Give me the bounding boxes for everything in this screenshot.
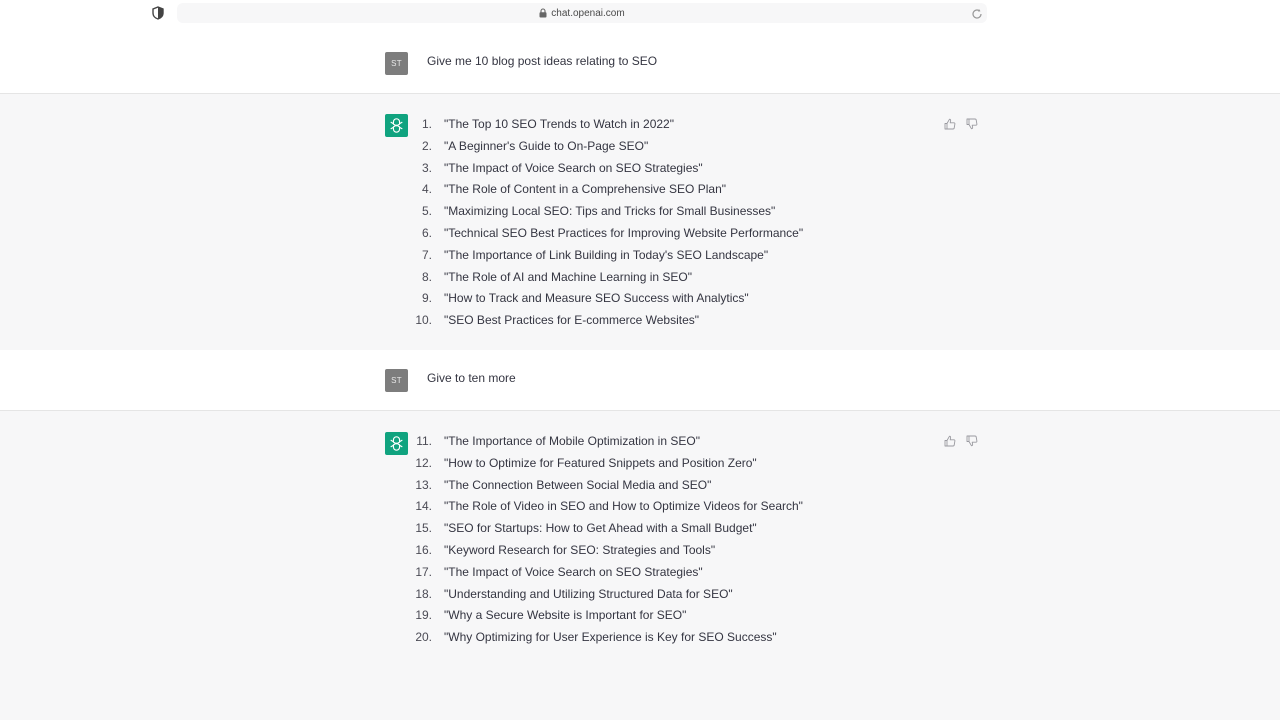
list-number: 13. [415, 477, 432, 492]
assistant-message: 11. "The Importance of Mobile Optimizatio… [0, 410, 1280, 670]
list-text: "The Connection Between Social Media and… [444, 477, 712, 492]
user-message: ST Give me 10 blog post ideas relating t… [0, 33, 1280, 93]
list-number: 6. [421, 225, 432, 240]
list-text: "Maximizing Local SEO: Tips and Tricks f… [444, 204, 776, 219]
list-item: 12. "How to Optimize for Featured Snippet… [405, 453, 803, 475]
list-text: "Why a Secure Website is Important for S… [444, 608, 687, 623]
list-text: "A Beginner's Guide to On-Page SEO" [444, 138, 649, 153]
list-number: 17. [415, 564, 432, 579]
list-number: 16. [415, 542, 432, 557]
list-number: 7. [421, 247, 432, 262]
list-number: 3. [421, 160, 432, 175]
list-number: 8. [421, 269, 432, 284]
list-number: 5. [421, 204, 432, 219]
list-text: "How to Track and Measure SEO Success wi… [444, 291, 749, 306]
list-item: 14. "The Role of Video in SEO and How to … [405, 496, 803, 518]
list-text: "Understanding and Utilizing Structured … [444, 586, 733, 601]
user-message-text: Give to ten more [427, 371, 516, 385]
list-text: "The Impact of Voice Search on SEO Strat… [444, 564, 703, 579]
bottom-area [0, 668, 1280, 720]
feedback-buttons [944, 117, 978, 135]
list-item: 13. "The Connection Between Social Media … [405, 475, 803, 497]
list-text: "The Importance of Link Building in Toda… [444, 247, 769, 262]
list-number: 11. [416, 434, 432, 448]
list-text: "The Role of Content in a Comprehensive … [444, 182, 726, 197]
list-item: 5. "Maximizing Local SEO: Tips and Tricks… [405, 201, 803, 223]
list-number: 12. [415, 455, 432, 470]
assistant-list: 11. "The Importance of Mobile Optimizatio… [405, 431, 803, 649]
thumbs-down-icon[interactable] [966, 117, 978, 135]
list-text: "The Impact of Voice Search on SEO Strat… [444, 160, 703, 175]
list-number: 10. [415, 313, 432, 328]
list-text: "SEO Best Practices for E-commerce Websi… [444, 313, 700, 328]
browser-toolbar: chat.openai.com [0, 0, 1280, 32]
list-item: 7. "The Importance of Link Building in To… [405, 245, 803, 267]
list-number: 2. [421, 138, 432, 153]
list-item: 10. "SEO Best Practices for E-commerce We… [405, 310, 803, 332]
shield-icon[interactable] [151, 6, 165, 20]
list-item: 8. "The Role of AI and Machine Learning i… [405, 267, 803, 289]
lock-icon [539, 8, 547, 18]
user-avatar: ST [385, 369, 408, 392]
thumbs-up-icon[interactable] [944, 117, 956, 135]
list-item: 3. "The Impact of Voice Search on SEO Str… [405, 158, 803, 180]
assistant-message: 1. "The Top 10 SEO Trends to Watch in 202… [0, 93, 1280, 351]
thumbs-down-icon[interactable] [966, 434, 978, 452]
assistant-list: 1. "The Top 10 SEO Trends to Watch in 202… [405, 114, 803, 332]
list-text: "Keyword Research for SEO: Strategies an… [444, 542, 716, 557]
list-text: "The Top 10 SEO Trends to Watch in 2022" [444, 117, 674, 131]
reload-icon[interactable] [971, 7, 983, 19]
list-item: 16. "Keyword Research for SEO: Strategies… [405, 540, 803, 562]
user-message: ST Give to ten more [0, 350, 1280, 410]
list-number: 9. [421, 291, 432, 306]
address-bar[interactable]: chat.openai.com [177, 3, 987, 23]
list-text: "The Role of Video in SEO and How to Opt… [444, 499, 803, 514]
list-item: 19. "Why a Secure Website is Important fo… [405, 605, 803, 627]
user-avatar: ST [385, 52, 408, 75]
list-number: 15. [415, 521, 432, 536]
user-message-text: Give me 10 blog post ideas relating to S… [427, 54, 658, 68]
list-text: "The Role of AI and Machine Learning in … [444, 269, 692, 284]
list-number: 19. [415, 608, 432, 623]
list-item: 18. "Understanding and Utilizing Structur… [405, 584, 803, 606]
list-item: 9. "How to Track and Measure SEO Success … [405, 288, 803, 310]
list-number: 1. [421, 117, 432, 131]
list-text: "Why Optimizing for User Experience is K… [444, 630, 777, 645]
list-item: 1. "The Top 10 SEO Trends to Watch in 202… [405, 114, 803, 136]
address-text: chat.openai.com [551, 7, 625, 19]
list-text: "Technical SEO Best Practices for Improv… [444, 225, 804, 240]
list-number: 14. [415, 499, 432, 514]
list-item: 6. "Technical SEO Best Practices for Impr… [405, 223, 803, 245]
list-item: 2. "A Beginner's Guide to On-Page SEO" [405, 136, 803, 158]
list-text: "How to Optimize for Featured Snippets a… [444, 455, 757, 470]
list-text: "The Importance of Mobile Optimization i… [444, 434, 700, 448]
list-item: 4. "The Role of Content in a Comprehensiv… [405, 179, 803, 201]
list-number: 18. [415, 586, 432, 601]
list-number: 4. [421, 182, 432, 197]
list-text: "SEO for Startups: How to Get Ahead with… [444, 521, 757, 536]
list-item: 15. "SEO for Startups: How to Get Ahead w… [405, 518, 803, 540]
thumbs-up-icon[interactable] [944, 434, 956, 452]
list-item: 17. "The Impact of Voice Search on SEO St… [405, 562, 803, 584]
list-number: 20. [415, 630, 432, 645]
list-item: 20. "Why Optimizing for User Experience i… [405, 627, 803, 649]
feedback-buttons [944, 434, 978, 452]
list-item: 11. "The Importance of Mobile Optimizatio… [405, 431, 803, 453]
